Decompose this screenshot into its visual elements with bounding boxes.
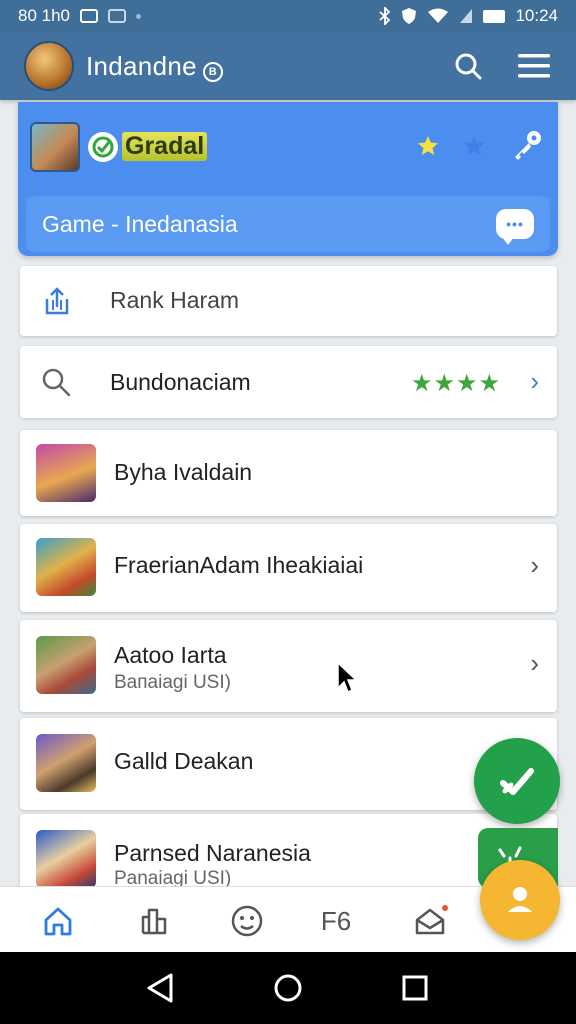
key-icon[interactable] — [510, 128, 544, 162]
game-thumbnail — [36, 830, 96, 888]
message-icon — [108, 9, 126, 23]
chevron-right-icon: › — [530, 366, 539, 396]
home-icon — [44, 907, 72, 936]
hamburger-icon — [518, 54, 550, 78]
row-title: Rank Haram — [110, 287, 240, 313]
profile-fab[interactable] — [480, 860, 560, 940]
avatar[interactable] — [24, 41, 74, 91]
list-item-rank[interactable]: Rank Haram — [20, 266, 557, 336]
game-search-bar[interactable]: Game - Inedanasia ••• — [26, 196, 550, 252]
back-button[interactable] — [142, 970, 178, 1006]
search-icon — [42, 368, 71, 397]
row-title: Aatoo Iarta — [114, 642, 227, 668]
row-title: Bundonaciam — [110, 369, 251, 395]
rating-stars: ★★★★ — [410, 370, 501, 397]
notification-icon — [80, 9, 98, 23]
chat-icon: ••• — [506, 216, 524, 232]
system-nav-bar — [0, 952, 576, 1024]
shield-icon — [402, 8, 417, 24]
smiley-icon — [231, 905, 263, 937]
game-thumbnail — [36, 734, 96, 792]
home-button[interactable] — [270, 970, 306, 1006]
list-item-game[interactable]: FraerianAdam Ihеakiaiai › — [20, 524, 557, 612]
game-search-text: Game - Inedanasia — [42, 210, 238, 237]
wifi-icon — [428, 8, 449, 23]
bar-chart-icon — [141, 908, 167, 935]
menu-button[interactable] — [514, 46, 554, 86]
mouse-cursor-icon — [337, 662, 358, 694]
confirm-fab[interactable] — [474, 738, 560, 824]
list-item-game[interactable]: Parnsed Naranesia Panaiagi USI) — [20, 814, 557, 894]
list-item-game[interactable]: Aatoo Iarta Bапaiagi USI) › — [20, 620, 557, 712]
row-subtitle: Bапaiagi USI) — [114, 672, 231, 693]
chevron-right-icon: › — [530, 550, 539, 580]
signal-icon — [460, 9, 473, 23]
battery-icon — [483, 9, 506, 23]
bluetooth-icon — [379, 7, 391, 25]
status-bar: 80 1h0 10:24 — [0, 0, 576, 32]
app-title-text: Indandne — [86, 50, 197, 81]
nav-home[interactable] — [38, 901, 78, 941]
game-thumbnail — [36, 444, 96, 502]
game-thumbnail[interactable] — [30, 122, 80, 172]
row-title: Galld Deakan — [114, 748, 254, 774]
list-item-game[interactable]: Byha Ivaldain — [20, 430, 557, 516]
check-icon — [500, 768, 534, 795]
search-button[interactable] — [448, 46, 488, 86]
notification-dot — [442, 905, 448, 911]
dot-icon — [136, 13, 141, 19]
recents-button[interactable] — [397, 970, 433, 1006]
nav-mail[interactable] — [410, 901, 450, 941]
chevron-right-icon: › — [530, 648, 539, 678]
nav-stats[interactable] — [135, 901, 175, 941]
nav-f6[interactable]: F6 — [316, 901, 356, 941]
title-badge: B — [202, 61, 223, 82]
home-circle-icon — [274, 974, 302, 1002]
featured-game-card: Gradal Game - Inedanasia ••• — [18, 102, 558, 256]
person-icon — [508, 887, 532, 912]
recents-square-icon — [402, 975, 428, 1001]
status-time: 10:24 — [515, 6, 558, 25]
game-thumbnail — [36, 636, 96, 694]
back-triangle-icon — [147, 973, 173, 1003]
app-bar: Indandne B — [0, 32, 576, 100]
game-logo-text: Gradal — [122, 132, 208, 161]
chat-button[interactable]: ••• — [496, 209, 534, 245]
share-icon — [45, 287, 69, 315]
nav-emoji[interactable] — [227, 901, 267, 941]
nav-f6-label: F6 — [320, 905, 352, 936]
row-title: Parnsed Naranesia — [114, 840, 311, 866]
list-item-search[interactable]: Bundonaciam ★★★★ › — [20, 346, 557, 418]
row-title: FraerianAdam Ihеakiaiai — [114, 552, 364, 578]
game-thumbnail — [36, 538, 96, 596]
check-logo-icon — [88, 132, 118, 162]
status-left-text: 80 1h0 — [18, 6, 70, 25]
star-icon[interactable] — [416, 134, 440, 158]
row-title: Byha Ivaldain — [114, 459, 253, 485]
search-icon — [455, 53, 482, 80]
app-title: Indandne B — [86, 51, 223, 82]
star-outline-icon[interactable] — [462, 134, 486, 158]
